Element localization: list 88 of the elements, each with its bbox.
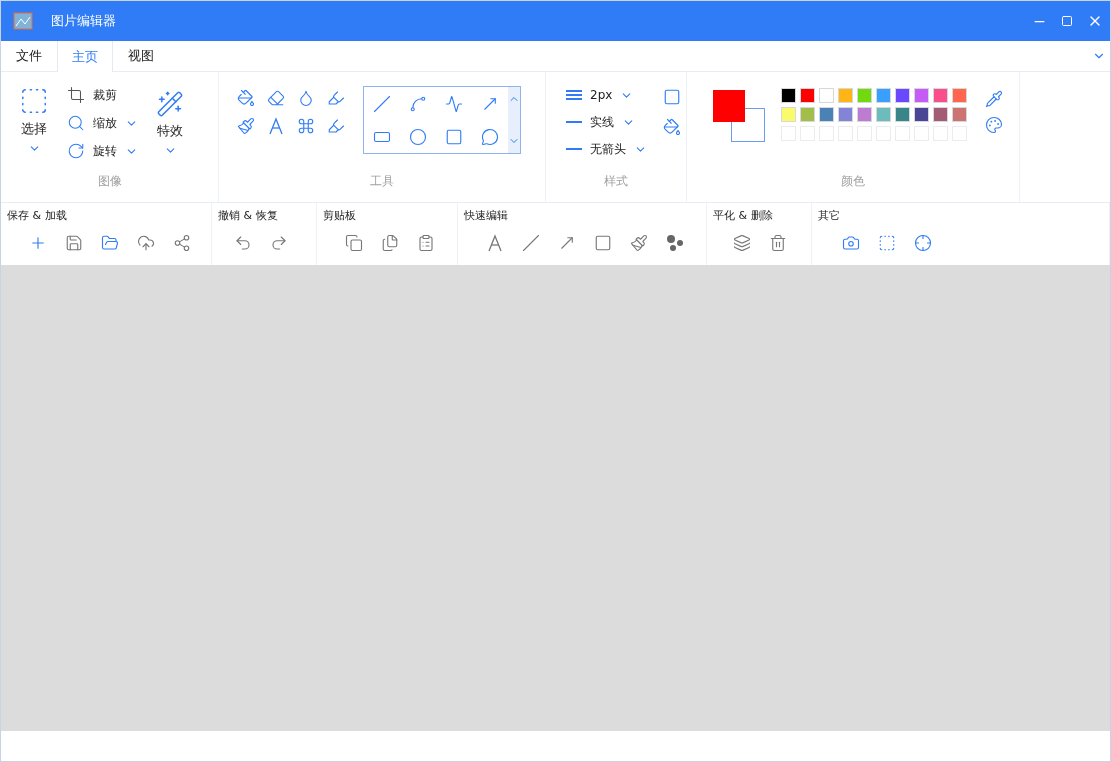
image-tool-button[interactable]: 缩放 [63,112,142,134]
group-label: 颜色 [841,173,865,190]
group-label: 图像 [97,173,122,190]
highlighter-icon[interactable] [327,89,345,107]
zoom-icon [67,114,85,132]
color-swatch[interactable] [819,107,834,122]
arrow-icon[interactable] [558,234,576,252]
droplet-icon[interactable] [297,89,315,107]
toolbar-group-label: 其它 [818,208,841,223]
color-swatch[interactable] [857,107,872,122]
line-icon [566,121,582,123]
paste-icon[interactable] [417,234,435,252]
color-swatch[interactable] [933,88,948,103]
color-swatch[interactable] [914,107,929,122]
ellipse-shape-icon[interactable] [409,127,427,146]
color-swatch[interactable] [800,107,815,122]
line-icon[interactable] [522,234,540,252]
color-swatch[interactable] [914,88,929,103]
app-logo-icon [13,12,33,30]
color-swatch[interactable] [895,107,910,122]
style-dropdown[interactable]: 无箭头 [566,136,647,162]
primary-color[interactable] [713,90,745,122]
color-swatch[interactable] [952,107,967,122]
open-folder-icon[interactable] [101,234,119,252]
image-tool-button[interactable]: 裁剪 [63,84,142,106]
color-swatch[interactable] [857,88,872,103]
menu-tab[interactable]: 主页 [57,41,113,72]
trash-icon[interactable] [769,234,787,252]
image-tool-button[interactable]: 旋转 [63,140,142,162]
text-tool-icon[interactable] [267,117,285,135]
style-dropdown[interactable]: 实线 [566,109,647,135]
layers-icon[interactable] [733,234,751,252]
pipette-icon[interactable] [985,90,1003,108]
duplicate-icon[interactable] [381,234,399,252]
color-swatch[interactable] [800,88,815,103]
group-label: 样式 [604,173,628,190]
magic-wand-icon [156,90,184,118]
cloud-upload-icon[interactable] [137,234,155,252]
paint-bucket-icon[interactable] [237,89,255,107]
color-swatch[interactable] [838,107,853,122]
marker-icon[interactable] [327,117,345,135]
color-swatch[interactable] [781,88,796,103]
polyline-shape-icon[interactable] [445,94,463,113]
color-swatch[interactable] [876,107,891,122]
effects-button[interactable]: 特效 [152,88,188,159]
crop-icon [67,86,85,104]
copy-icon[interactable] [345,234,363,252]
color-swatch[interactable] [933,107,948,122]
curve-shape-icon[interactable] [409,94,427,113]
color-swatch[interactable] [819,88,834,103]
new-icon[interactable] [29,234,47,252]
command-icon[interactable] [297,117,315,135]
color-swatch[interactable] [952,88,967,103]
fill-icon[interactable] [663,118,681,136]
toolbar-group-label: 平化 & 删除 [713,208,774,223]
palette-icon[interactable] [985,116,1003,134]
window-title: 图片编辑器 [51,12,117,30]
line-shape-icon[interactable] [373,94,391,113]
redo-icon[interactable] [270,234,288,252]
brush-icon[interactable] [237,117,255,135]
toolbar-group-label: 撤销 & 恢复 [218,208,279,223]
toolbar-group-label: 保存 & 加载 [7,208,68,223]
line-width-icon [566,90,582,100]
style-dropdown[interactable]: 2px [566,82,647,108]
undo-icon[interactable] [234,234,252,252]
color-swatch[interactable] [876,88,891,103]
toolbar-group-label: 快速编辑 [464,208,509,223]
maximize-icon[interactable] [1061,15,1073,27]
color-swatch[interactable] [781,107,796,122]
eraser-icon[interactable] [267,89,285,107]
save-icon[interactable] [65,234,83,252]
group-label: 工具 [370,173,394,190]
crosshair-icon[interactable] [914,234,932,252]
line-icon [566,148,582,150]
selection-icon [19,86,49,116]
brush-icon[interactable] [630,234,648,252]
rounded-rectangle-shape-icon[interactable] [445,127,463,146]
rectangle-icon[interactable] [594,234,612,252]
color-swatch[interactable] [895,88,910,103]
toolbar-group-label: 剪贴板 [323,208,357,223]
share-icon[interactable] [173,234,191,252]
speech-bubble-shape-icon[interactable] [481,127,499,146]
text-tool-icon[interactable] [486,234,504,252]
rotate-icon [67,142,85,160]
camera-icon[interactable] [842,234,860,252]
color-swatch[interactable] [838,88,853,103]
select-button[interactable]: 选择 [15,84,53,157]
selection-add-icon[interactable] [878,234,896,252]
